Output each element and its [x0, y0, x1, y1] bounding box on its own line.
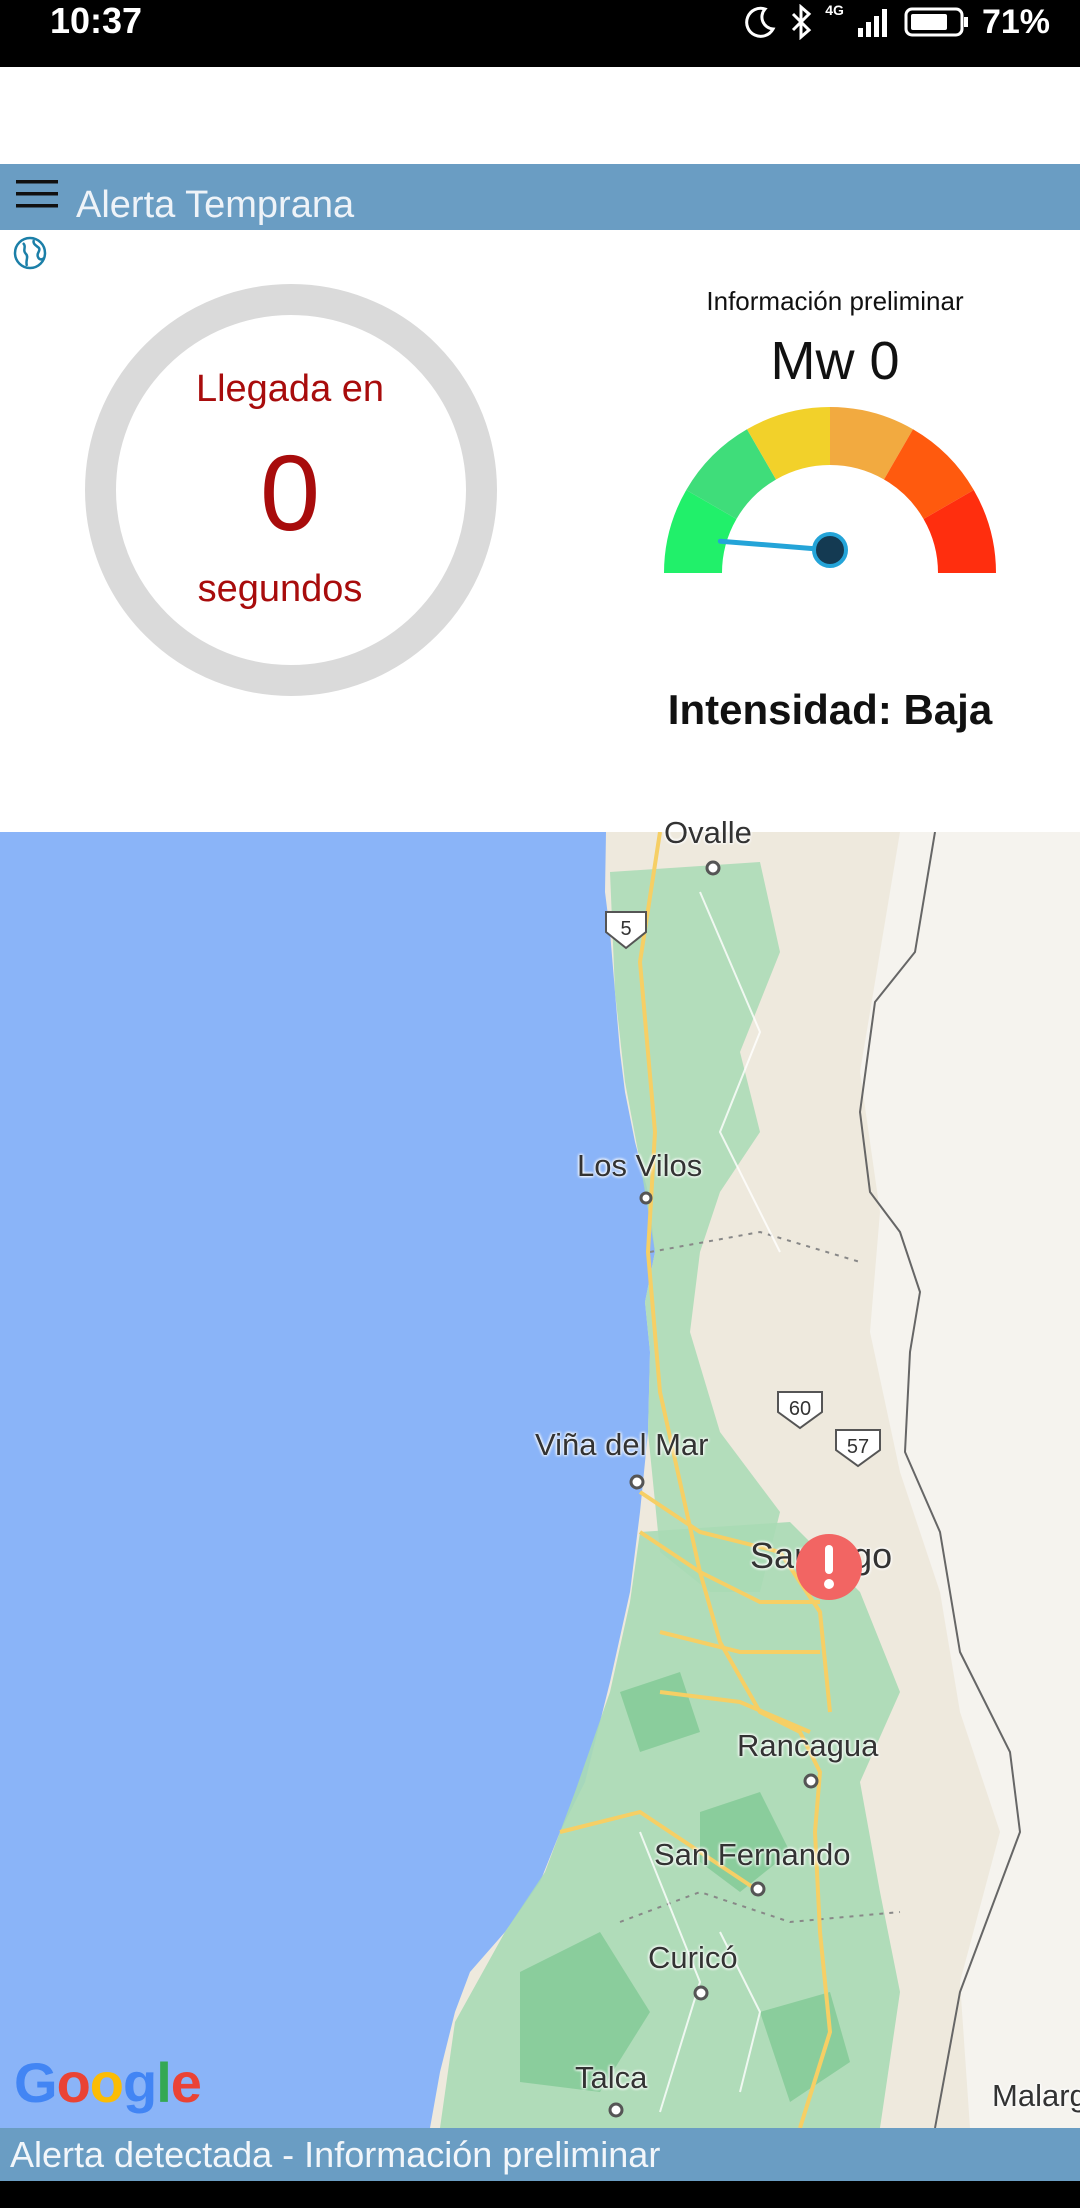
route-5-label: 5	[620, 918, 631, 940]
intensity-label: Intensidad: Baja	[667, 686, 993, 733]
city-label-los-vilos: Los Vilos	[577, 1148, 703, 1183]
bottom-status-text: Alerta detectada - Información prelimina…	[10, 2134, 661, 2175]
route-60-label: 60	[789, 1398, 811, 1420]
globe-icon[interactable]	[12, 235, 48, 271]
arrival-seconds-value: 0	[259, 432, 321, 553]
city-label-malargue: Malarg	[992, 2078, 1080, 2113]
signal-icon	[857, 9, 887, 37]
san-fernando-dot	[750, 1881, 766, 1897]
network-type: 4G	[825, 2, 844, 18]
rancagua-dot	[803, 1773, 819, 1789]
route-57-label: 57	[847, 1436, 869, 1458]
google-attribution: Google	[14, 2051, 202, 2114]
status-icons: 4G 71%	[743, 0, 1050, 44]
moon-icon	[745, 6, 776, 38]
battery-level: 71%	[981, 2, 1050, 41]
battery-icon	[904, 7, 968, 37]
status-time: 10:37	[50, 0, 143, 41]
curico-dot	[693, 1985, 709, 2001]
city-label-vina-del-mar: Viña del Mar	[535, 1427, 709, 1462]
magnitude-value: Mw 0	[770, 331, 900, 391]
gauge-needle-hub	[812, 532, 848, 568]
map[interactable]: 5 60 57	[0, 832, 1080, 2128]
arrival-unit: segundos	[197, 568, 363, 610]
city-label-ovalle: Ovalle	[664, 815, 752, 850]
system-nav-bar	[0, 2181, 1080, 2208]
bluetooth-icon	[792, 4, 812, 40]
ovalle-dot	[705, 860, 721, 876]
app-title: Alerta Temprana	[76, 184, 355, 226]
hamburger-menu-icon[interactable]	[16, 178, 58, 210]
city-label-san-fernando: San Fernando	[654, 1837, 851, 1872]
talca-dot	[608, 2102, 624, 2118]
vina-del-mar-dot	[629, 1474, 645, 1490]
magnitude-gauge	[664, 407, 996, 573]
los-vilos-dot	[639, 1191, 653, 1205]
arrival-label: Llegada en	[195, 368, 385, 410]
city-label-rancagua: Rancagua	[737, 1728, 879, 1763]
city-label-talca: Talca	[575, 2060, 648, 2095]
alert-marker-icon[interactable]	[794, 1532, 864, 1602]
city-label-curico: Curicó	[648, 1940, 738, 1975]
preliminary-info-label: Información preliminar	[706, 286, 964, 316]
